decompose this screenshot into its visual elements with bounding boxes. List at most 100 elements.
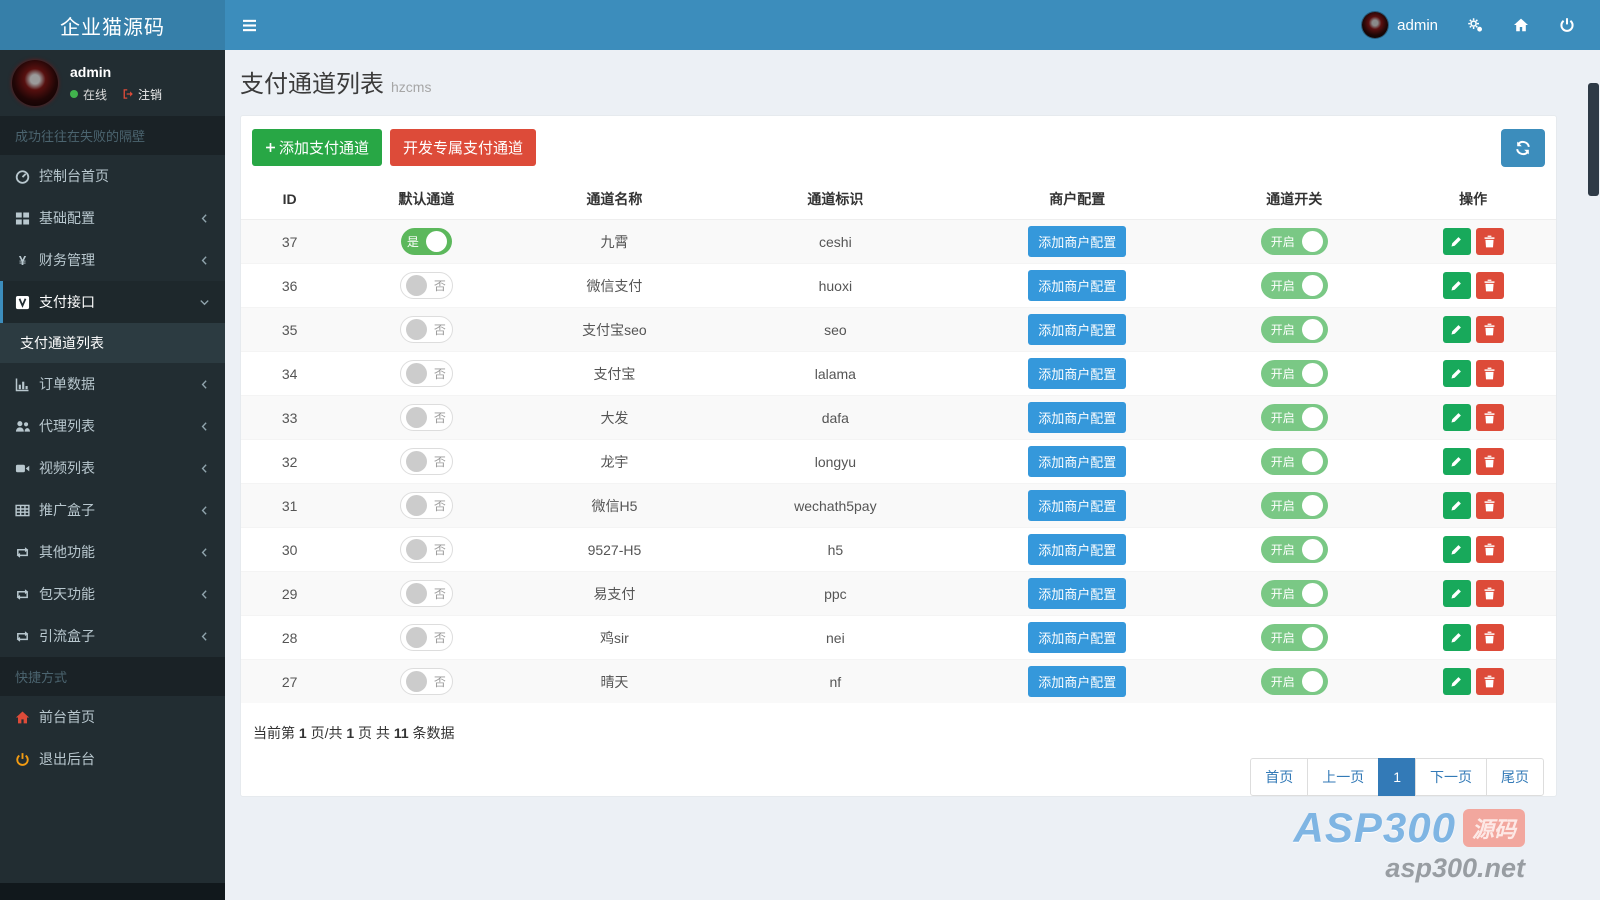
sidebar-item[interactable]: 推广盒子 xyxy=(0,489,225,531)
delete-button[interactable] xyxy=(1476,448,1504,475)
channel-switch-on[interactable]: 开启 xyxy=(1261,536,1328,563)
pagination-button[interactable]: 下一页 xyxy=(1415,758,1487,796)
channel-switch-on[interactable]: 开启 xyxy=(1261,580,1328,607)
edit-button[interactable] xyxy=(1443,360,1471,387)
default-toggle-off[interactable]: 否 xyxy=(400,448,453,475)
cell-name: 龙宇 xyxy=(515,440,715,484)
add-merchant-config-button[interactable]: 添加商户配置 xyxy=(1028,358,1126,389)
dev-channel-button[interactable]: 开发专属支付通道 xyxy=(390,129,536,166)
channel-switch-on[interactable]: 开启 xyxy=(1261,492,1328,519)
channel-switch-on[interactable]: 开启 xyxy=(1261,404,1328,431)
default-toggle-off[interactable]: 否 xyxy=(400,536,453,563)
home-button[interactable] xyxy=(1498,0,1544,50)
delete-button[interactable] xyxy=(1476,668,1504,695)
user-menu[interactable]: admin xyxy=(1348,0,1452,50)
delete-button[interactable] xyxy=(1476,536,1504,563)
cell-code: lalama xyxy=(714,352,956,396)
sidebar-user-panel: admin 在线 注销 xyxy=(0,50,225,116)
edit-button[interactable] xyxy=(1443,624,1471,651)
sidebar-item[interactable]: 代理列表 xyxy=(0,405,225,447)
add-merchant-config-button[interactable]: 添加商户配置 xyxy=(1028,490,1126,521)
table-row: 28否鸡sirnei添加商户配置开启 xyxy=(241,616,1556,660)
edit-button[interactable] xyxy=(1443,316,1471,343)
add-merchant-config-button[interactable]: 添加商户配置 xyxy=(1028,446,1126,477)
default-toggle-off[interactable]: 否 xyxy=(400,272,453,299)
add-merchant-config-button[interactable]: 添加商户配置 xyxy=(1028,226,1126,257)
edit-button[interactable] xyxy=(1443,492,1471,519)
sidebar-subitem[interactable]: 支付通道列表 xyxy=(0,323,225,363)
edit-button[interactable] xyxy=(1443,272,1471,299)
delete-button[interactable] xyxy=(1476,624,1504,651)
add-merchant-config-button[interactable]: 添加商户配置 xyxy=(1028,314,1126,345)
channel-switch-on[interactable]: 开启 xyxy=(1261,668,1328,695)
sidebar: admin 在线 注销 成功往往在失败的隔壁 控制台首页基础配置¥财务管理支付接… xyxy=(0,50,225,900)
edit-button[interactable] xyxy=(1443,228,1471,255)
add-merchant-config-button[interactable]: 添加商户配置 xyxy=(1028,534,1126,565)
settings-button[interactable] xyxy=(1452,0,1498,50)
delete-button[interactable] xyxy=(1476,404,1504,431)
default-toggle-off[interactable]: 否 xyxy=(400,492,453,519)
add-merchant-config-button[interactable]: 添加商户配置 xyxy=(1028,270,1126,301)
delete-button[interactable] xyxy=(1476,272,1504,299)
cell-config: 添加商户配置 xyxy=(956,484,1198,528)
edit-button[interactable] xyxy=(1443,536,1471,563)
channel-switch-on[interactable]: 开启 xyxy=(1261,228,1328,255)
channel-switch-on[interactable]: 开启 xyxy=(1261,360,1328,387)
cell-code: h5 xyxy=(714,528,956,572)
add-merchant-config-button[interactable]: 添加商户配置 xyxy=(1028,666,1126,697)
cell-actions xyxy=(1390,660,1556,704)
table-icon xyxy=(15,503,39,518)
sidebar-shortcut-item[interactable]: 退出后台 xyxy=(0,738,225,780)
sidebar-toggle-button[interactable] xyxy=(225,0,273,50)
delete-button[interactable] xyxy=(1476,492,1504,519)
edit-button[interactable] xyxy=(1443,580,1471,607)
sidebar-item[interactable]: 控制台首页 xyxy=(0,155,225,197)
add-merchant-config-button[interactable]: 添加商户配置 xyxy=(1028,578,1126,609)
channel-switch-on[interactable]: 开启 xyxy=(1261,448,1328,475)
channel-switch-on[interactable]: 开启 xyxy=(1261,624,1328,651)
default-toggle-off[interactable]: 否 xyxy=(400,404,453,431)
sidebar-logout-link[interactable]: 注销 xyxy=(122,86,162,103)
sidebar-item[interactable]: 订单数据 xyxy=(0,363,225,405)
sidebar-item[interactable]: 支付接口 xyxy=(0,281,225,323)
sidebar-item[interactable]: 视频列表 xyxy=(0,447,225,489)
sidebar-item[interactable]: 包天功能 xyxy=(0,573,225,615)
edit-button[interactable] xyxy=(1443,668,1471,695)
pagination-button[interactable]: 尾页 xyxy=(1486,758,1544,796)
delete-button[interactable] xyxy=(1476,228,1504,255)
add-channel-button[interactable]: 添加支付通道 xyxy=(252,129,382,166)
default-toggle-off[interactable]: 否 xyxy=(400,624,453,651)
panel-toolbar: 添加支付通道 开发专属支付通道 xyxy=(241,116,1556,179)
delete-button[interactable] xyxy=(1476,360,1504,387)
default-toggle-off[interactable]: 否 xyxy=(400,316,453,343)
add-merchant-config-button[interactable]: 添加商户配置 xyxy=(1028,402,1126,433)
sidebar-item[interactable]: 引流盒子 xyxy=(0,615,225,657)
refresh-button[interactable] xyxy=(1501,129,1545,167)
cell-code: wechath5pay xyxy=(714,484,956,528)
edit-button[interactable] xyxy=(1443,404,1471,431)
app-logo[interactable]: 企业猫源码 xyxy=(0,0,225,50)
delete-button[interactable] xyxy=(1476,580,1504,607)
channel-switch-on[interactable]: 开启 xyxy=(1261,316,1328,343)
default-toggle-off[interactable]: 否 xyxy=(400,668,453,695)
delete-button[interactable] xyxy=(1476,316,1504,343)
edit-button[interactable] xyxy=(1443,448,1471,475)
cell-actions xyxy=(1390,572,1556,616)
default-toggle-off[interactable]: 否 xyxy=(400,580,453,607)
sidebar-item[interactable]: 其他功能 xyxy=(0,531,225,573)
plus-icon xyxy=(265,142,276,153)
default-toggle-on[interactable]: 是 xyxy=(401,228,452,255)
logout-button[interactable] xyxy=(1544,0,1590,50)
sidebar-item[interactable]: ¥财务管理 xyxy=(0,239,225,281)
pagination-button[interactable]: 首页 xyxy=(1250,758,1308,796)
default-toggle-off[interactable]: 否 xyxy=(400,360,453,387)
channel-switch-on[interactable]: 开启 xyxy=(1261,272,1328,299)
pagination-current-page[interactable]: 1 xyxy=(1378,758,1416,796)
sidebar-shortcut-item[interactable]: 前台首页 xyxy=(0,696,225,738)
pagination-button[interactable]: 上一页 xyxy=(1307,758,1379,796)
pencil-icon xyxy=(1450,279,1463,292)
scrollbar-thumb[interactable] xyxy=(1588,83,1599,196)
add-merchant-config-button[interactable]: 添加商户配置 xyxy=(1028,622,1126,653)
sidebar-item-label: 代理列表 xyxy=(39,416,199,436)
sidebar-item[interactable]: 基础配置 xyxy=(0,197,225,239)
